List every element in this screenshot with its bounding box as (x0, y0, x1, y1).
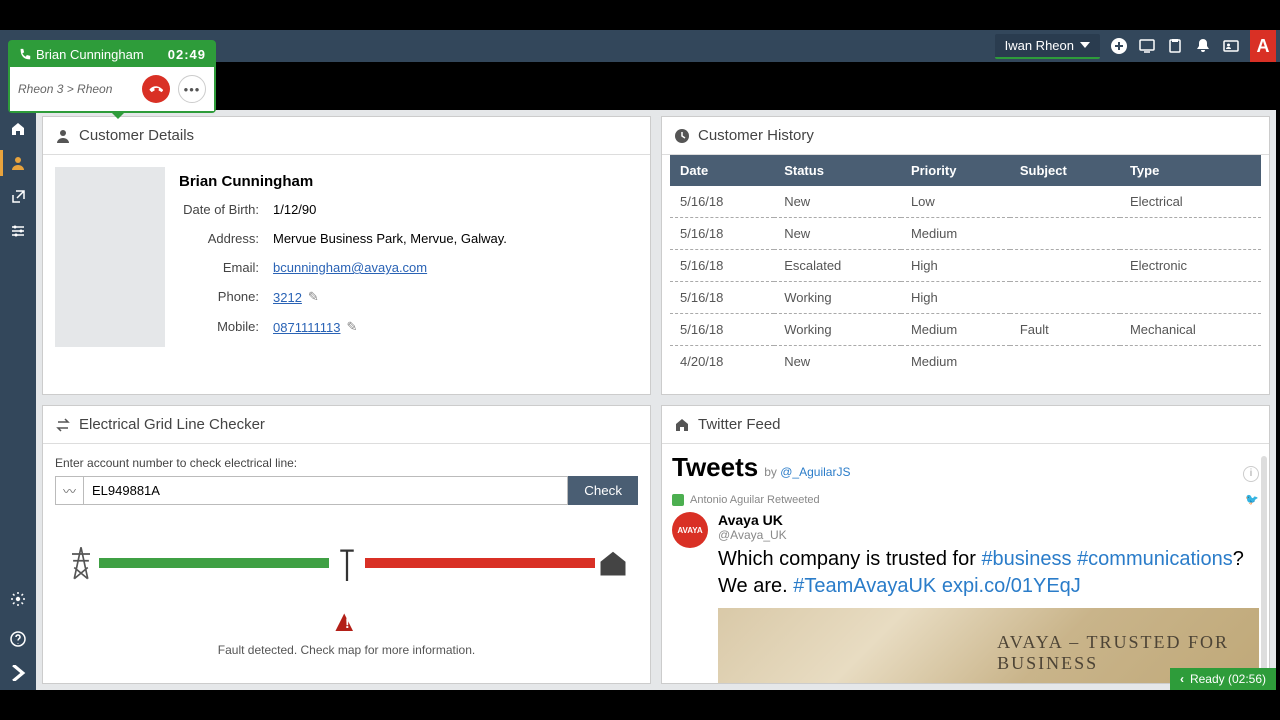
active-call-widget: Brian Cunningham 02:49 Rheon 3 > Rheon •… (8, 40, 216, 113)
monitor-icon[interactable] (1138, 37, 1156, 55)
table-row[interactable]: 5/16/18EscalatedHighElectronic (670, 250, 1261, 282)
customer-mobile[interactable]: 0871111113 (273, 320, 340, 335)
sidebar-item-help[interactable] (0, 622, 36, 656)
house-icon (595, 548, 631, 578)
contact-card-icon[interactable] (1222, 37, 1240, 55)
add-button[interactable] (1110, 37, 1128, 55)
panel-customer-details: Customer Details Brian Cunningham Date o… (42, 116, 651, 395)
account-input[interactable] (83, 476, 568, 505)
customer-phone[interactable]: 3212 (273, 290, 302, 305)
sidebar-item-home[interactable] (0, 112, 36, 146)
table-header[interactable]: Status (774, 155, 901, 186)
sidebar-item-external[interactable] (0, 180, 36, 214)
agent-status[interactable]: ‹ Ready (02:56) (1170, 668, 1276, 690)
brand-logo: A (1250, 30, 1276, 62)
table-row[interactable]: 4/20/18NewMedium (670, 346, 1261, 378)
line-segment-ok (99, 558, 329, 568)
bell-icon[interactable] (1194, 37, 1212, 55)
home-icon (674, 417, 690, 433)
warning-message: Fault detected. Check map for more infor… (55, 643, 638, 657)
sidebar-item-sliders[interactable] (0, 214, 36, 248)
customer-name: Brian Cunningham (179, 167, 638, 202)
table-row[interactable]: 5/16/18WorkingHigh (670, 282, 1261, 314)
check-button[interactable]: Check (568, 476, 638, 505)
info-icon[interactable]: i (1243, 466, 1259, 482)
panel-title: Customer Details (79, 127, 194, 144)
status-label: Ready (02:56) (1190, 672, 1266, 686)
panel-grid-checker: Electrical Grid Line Checker Enter accou… (42, 405, 651, 684)
pole-icon (329, 545, 365, 581)
twitter-bird-icon: 🐦 (1245, 493, 1259, 506)
tweet-handle: @Avaya_UK (718, 528, 1259, 542)
history-table: DateStatusPrioritySubjectType 5/16/18New… (670, 155, 1261, 377)
call-route: Rheon 3 > Rheon (18, 82, 112, 96)
table-header[interactable]: Priority (901, 155, 1010, 186)
user-menu[interactable]: Iwan Rheon (995, 34, 1100, 59)
table-row[interactable]: 5/16/18WorkingMediumFaultMechanical (670, 314, 1261, 346)
phone-icon (18, 48, 32, 62)
tower-icon (63, 545, 99, 581)
table-header[interactable]: Date (670, 155, 774, 186)
sidebar-item-customer[interactable] (0, 146, 36, 180)
sidebar-item-settings[interactable] (0, 582, 36, 616)
retweet-label: Antonio Aguilar Retweeted (690, 494, 820, 506)
edit-phone-icon[interactable]: ✎ (308, 289, 319, 305)
sidebar (0, 62, 36, 690)
table-row[interactable]: 5/16/18NewMedium (670, 218, 1261, 250)
line-segment-fault (365, 558, 595, 568)
tweets-author[interactable]: @_AguilarJS (780, 465, 850, 479)
chevron-left-icon: ‹ (1180, 672, 1184, 686)
sidebar-expand[interactable] (0, 656, 36, 690)
table-header[interactable]: Type (1120, 155, 1261, 186)
user-name: Iwan Rheon (1005, 38, 1074, 53)
edit-mobile-icon[interactable]: ✎ (346, 319, 357, 335)
tweet-avatar: AVAYA (672, 512, 708, 548)
clock-icon (674, 128, 690, 144)
clipboard-icon[interactable] (1166, 37, 1184, 55)
tweets-heading: Tweets (672, 452, 758, 483)
tweet-user[interactable]: Avaya UK (718, 512, 783, 528)
customer-address: Mervue Business Park, Mervue, Galway. (273, 231, 638, 246)
customer-photo (55, 167, 165, 347)
panel-title: Electrical Grid Line Checker (79, 416, 265, 433)
table-row[interactable]: 5/16/18NewLowElectrical (670, 186, 1261, 218)
panel-title: Customer History (698, 127, 814, 144)
person-icon (55, 128, 71, 144)
scrollbar[interactable] (1261, 456, 1267, 671)
panel-title: Twitter Feed (698, 416, 781, 433)
panel-customer-history: Customer History DateStatusPrioritySubje… (661, 116, 1270, 395)
call-more-button[interactable]: ••• (178, 75, 206, 103)
grid-diagram (55, 545, 638, 581)
call-timer: 02:49 (168, 47, 206, 62)
hangup-button[interactable] (142, 75, 170, 103)
table-header[interactable]: Subject (1010, 155, 1120, 186)
customer-email[interactable]: bcunningham@avaya.com (273, 260, 427, 275)
chevron-down-icon (1080, 42, 1090, 48)
pulse-icon: 〰 (55, 476, 83, 505)
warning-icon: ▲! (55, 605, 638, 639)
grid-hint: Enter account number to check electrical… (55, 456, 638, 470)
customer-dob: 1/12/90 (273, 202, 638, 217)
call-name: Brian Cunningham (36, 47, 144, 62)
tweet-text: Which company is trusted for #business #… (718, 546, 1259, 600)
swap-icon (55, 417, 71, 433)
panel-twitter-feed: Twitter Feed Tweets by @_AguilarJS i Ant… (661, 405, 1270, 684)
